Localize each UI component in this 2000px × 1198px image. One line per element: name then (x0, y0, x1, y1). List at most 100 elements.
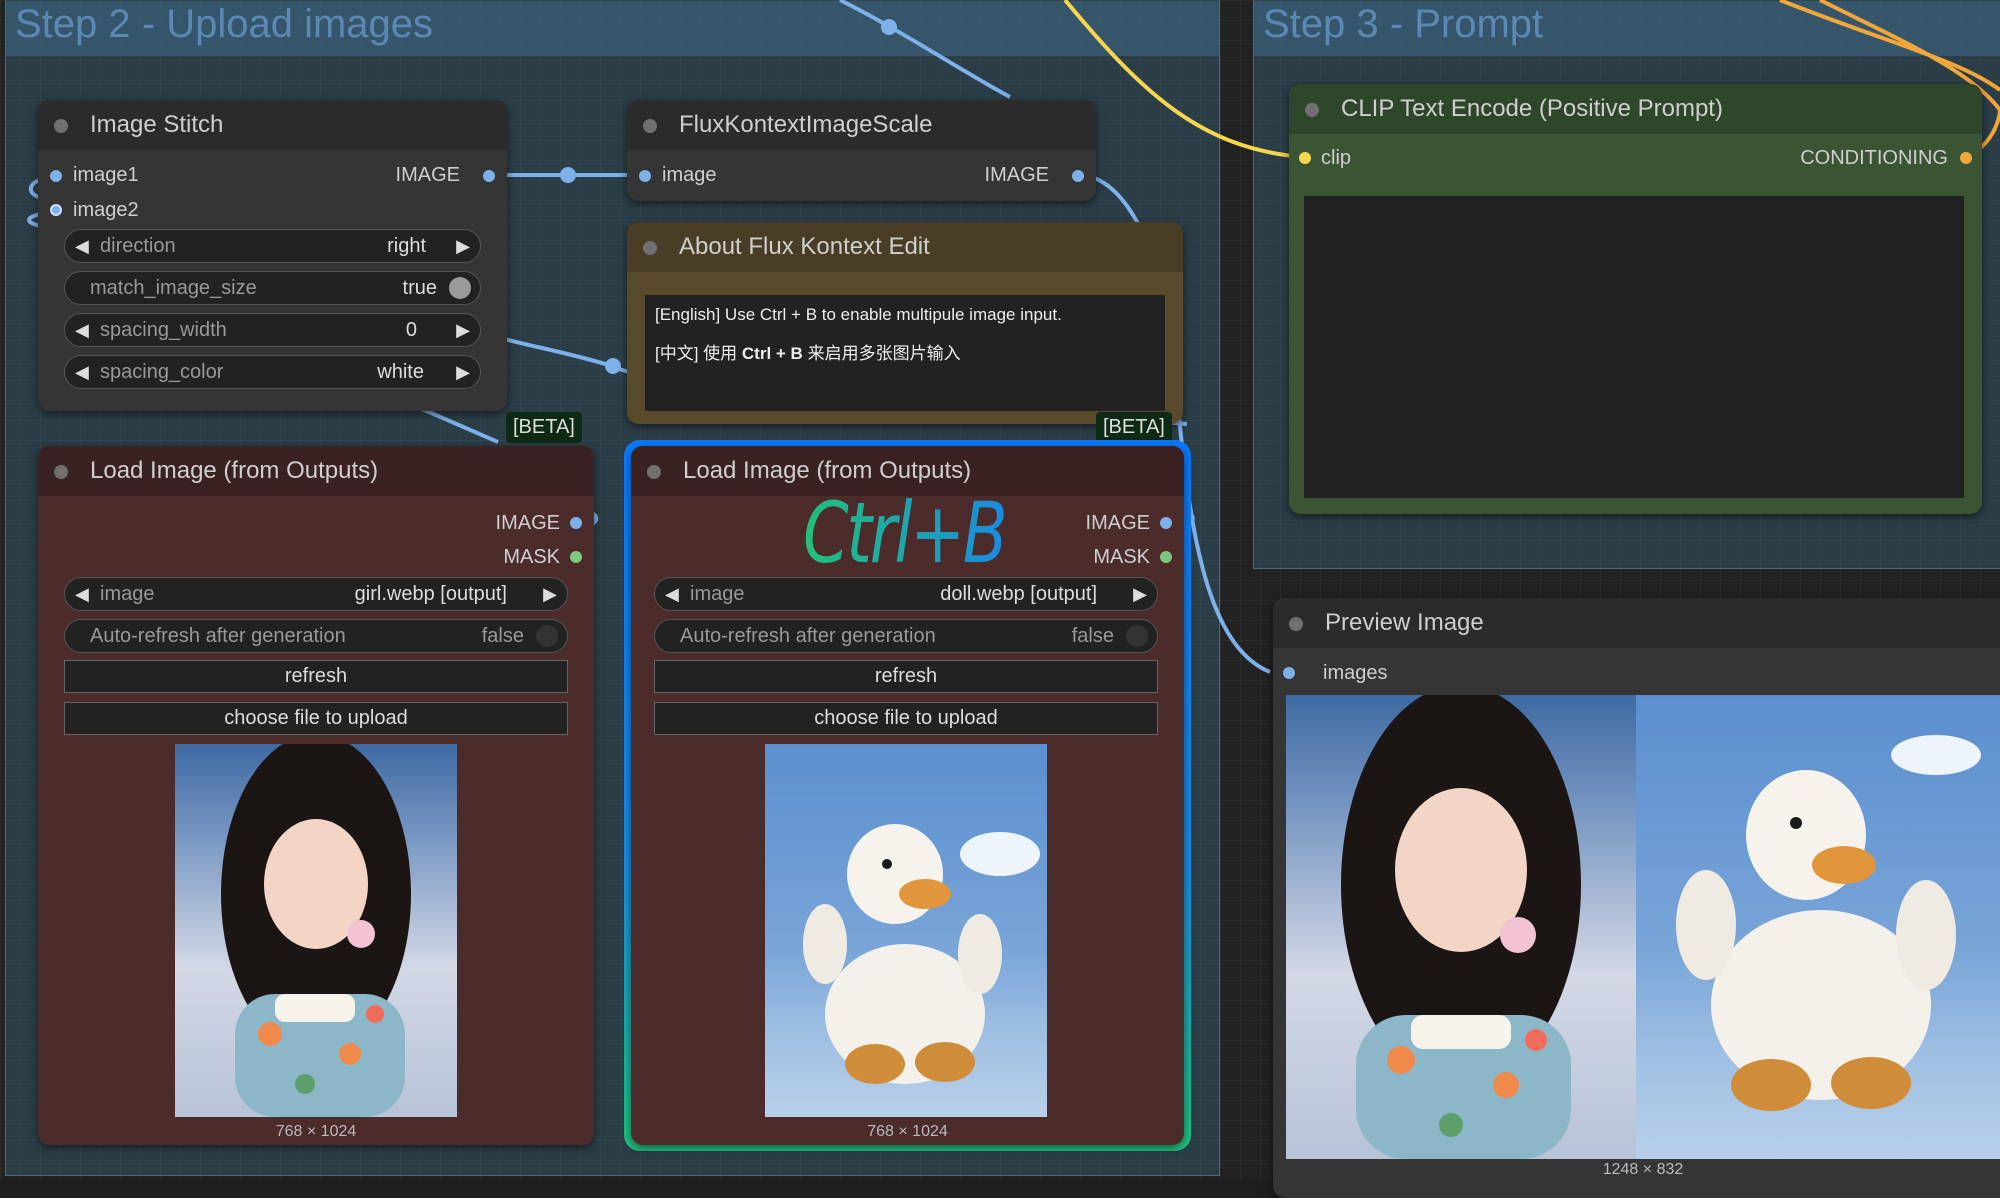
note-textarea[interactable]: [English] Use Ctrl + B to enable multipu… (645, 295, 1165, 411)
note-zh-prefix: [中文] 使用 (655, 344, 742, 363)
widget-label: image (100, 583, 155, 605)
right-arrow-icon[interactable]: ▶ (456, 230, 470, 262)
toggle-knob-icon[interactable] (1126, 625, 1148, 647)
input-slot-dot-icon[interactable] (50, 170, 62, 182)
node-title-about[interactable]: About Flux Kontext Edit (627, 222, 1183, 272)
output-slot-dot-icon[interactable] (1160, 551, 1172, 563)
widget-spacing-width[interactable]: ◀ spacing_width 0 ▶ (64, 313, 481, 347)
output-image[interactable]: IMAGE (985, 164, 1049, 187)
node-load-image-right[interactable]: Load Image (from Outputs) IMAGE MASK Ctr… (631, 446, 1184, 1145)
choose-file-button[interactable]: choose file to upload (654, 702, 1158, 735)
output-conditioning[interactable]: CONDITIONING (1800, 147, 1948, 170)
input-slot-dot-icon[interactable] (50, 204, 62, 216)
collapse-dot-icon[interactable] (647, 465, 661, 479)
beta-badge-right: [BETA] (1096, 412, 1172, 443)
widget-direction[interactable]: ◀ direction right ▶ (64, 229, 481, 263)
image-dimensions: 768 × 1024 (275, 1123, 357, 1140)
preview-title: Preview Image (1325, 609, 1484, 636)
output-slot-dot-icon[interactable] (570, 551, 582, 563)
node-preview-image[interactable]: Preview Image images 1248 × 832 (1273, 598, 2000, 1198)
widget-spacing-color[interactable]: ◀ spacing_color white ▶ (64, 355, 481, 389)
left-arrow-icon[interactable]: ◀ (75, 314, 89, 346)
left-arrow-icon[interactable]: ◀ (75, 578, 89, 610)
widget-value: right (387, 235, 426, 257)
left-arrow-icon[interactable]: ◀ (665, 578, 679, 610)
left-arrow-icon[interactable]: ◀ (75, 356, 89, 388)
widget-label: spacing_width (100, 319, 227, 341)
output-slot-dot-icon[interactable] (483, 170, 495, 182)
link-clip (1063, 0, 1306, 159)
node-title-load-left[interactable]: Load Image (from Outputs) (38, 446, 594, 496)
output-slot-dot-icon[interactable] (1960, 152, 1972, 164)
beta-badge-left: [BETA] (506, 412, 582, 443)
clip-title: CLIP Text Encode (Positive Prompt) (1341, 95, 1723, 122)
collapse-dot-icon[interactable] (643, 241, 657, 255)
input-image1[interactable]: image1 (73, 164, 139, 187)
note-zh-bold: Ctrl + B (741, 344, 803, 363)
widget-image-select[interactable]: ◀ image doll.webp [output] ▶ (654, 577, 1158, 611)
widget-value: false (481, 625, 524, 647)
collapse-dot-icon[interactable] (54, 119, 68, 133)
collapse-dot-icon[interactable] (643, 119, 657, 133)
node-title-preview[interactable]: Preview Image (1273, 598, 2000, 648)
flux-scale-title: FluxKontextImageScale (679, 111, 933, 138)
input-image[interactable]: image (662, 164, 716, 187)
widget-auto-refresh[interactable]: Auto-refresh after generation false (64, 619, 568, 653)
output-slot-dot-icon[interactable] (1072, 170, 1084, 182)
collapse-dot-icon[interactable] (54, 465, 68, 479)
right-arrow-icon[interactable]: ▶ (456, 356, 470, 388)
node-title-clip[interactable]: CLIP Text Encode (Positive Prompt) (1289, 84, 1982, 134)
output-mask[interactable]: MASK (503, 546, 560, 569)
widget-value: true (402, 277, 437, 299)
widget-label: direction (100, 235, 176, 257)
link-conditioning-1 (1779, 0, 2000, 92)
right-arrow-icon[interactable]: ▶ (1133, 578, 1147, 610)
node-title-flux-scale[interactable]: FluxKontextImageScale (627, 100, 1096, 150)
toggle-knob-icon[interactable] (536, 625, 558, 647)
right-arrow-icon[interactable]: ▶ (456, 314, 470, 346)
link-stitch-input2-dot (605, 358, 621, 374)
choose-file-button[interactable]: choose file to upload (64, 702, 568, 735)
node-image-stitch[interactable]: Image Stitch image1 image2 IMAGE ◀ direc… (38, 100, 507, 411)
collapse-dot-icon[interactable] (1289, 617, 1303, 631)
input-slot-dot-icon[interactable] (1299, 152, 1311, 164)
preview-stitched-image (1286, 695, 2000, 1159)
output-slot-dot-icon[interactable] (1160, 517, 1172, 529)
widget-value: girl.webp [output] (354, 583, 507, 605)
output-mask[interactable]: MASK (1093, 546, 1150, 569)
input-slot-dot-icon[interactable] (1283, 667, 1295, 679)
widget-value: doll.webp [output] (940, 583, 1097, 605)
widget-auto-refresh[interactable]: Auto-refresh after generation false (654, 619, 1158, 653)
right-arrow-icon[interactable]: ▶ (543, 578, 557, 610)
preview-girl-half (1286, 695, 1636, 1159)
node-flux-kontext-image-scale[interactable]: FluxKontextImageScale image IMAGE (627, 100, 1096, 201)
node-clip-text-encode[interactable]: CLIP Text Encode (Positive Prompt) clip … (1289, 84, 1982, 514)
toggle-knob-icon[interactable] (449, 277, 471, 299)
widget-value: 0 (405, 319, 417, 341)
output-image[interactable]: IMAGE (496, 512, 560, 535)
output-image[interactable]: IMAGE (1086, 512, 1150, 535)
node-load-image-left[interactable]: Load Image (from Outputs) IMAGE MASK ◀ i… (38, 446, 594, 1145)
node-title-image-stitch[interactable]: Image Stitch (38, 100, 507, 150)
collapse-dot-icon[interactable] (1305, 103, 1319, 117)
refresh-button[interactable]: refresh (654, 660, 1158, 693)
output-image[interactable]: IMAGE (396, 164, 460, 187)
input-image2[interactable]: image2 (73, 199, 139, 222)
refresh-button[interactable]: refresh (64, 660, 568, 693)
widget-value: false (1071, 625, 1114, 647)
image-preview-girl (175, 744, 457, 1117)
link-reroute-dot (881, 19, 897, 35)
prompt-textarea[interactable] (1304, 196, 1964, 498)
image-preview-doll (765, 744, 1047, 1117)
input-images[interactable]: images (1323, 662, 1387, 685)
input-slot-dot-icon[interactable] (639, 170, 651, 182)
widget-image-select[interactable]: ◀ image girl.webp [output] ▶ (64, 577, 568, 611)
widget-match-image-size[interactable]: match_image_size true (64, 271, 481, 305)
preview-doll-half (1636, 695, 2000, 1159)
duck-doll-photo-icon (803, 824, 1040, 1084)
input-clip[interactable]: clip (1321, 147, 1351, 170)
node-about-flux-kontext-edit[interactable]: About Flux Kontext Edit [English] Use Ct… (627, 222, 1183, 424)
output-slot-dot-icon[interactable] (570, 517, 582, 529)
left-arrow-icon[interactable]: ◀ (75, 230, 89, 262)
ctrl-b-overlay: Ctrl+B (803, 484, 1008, 582)
